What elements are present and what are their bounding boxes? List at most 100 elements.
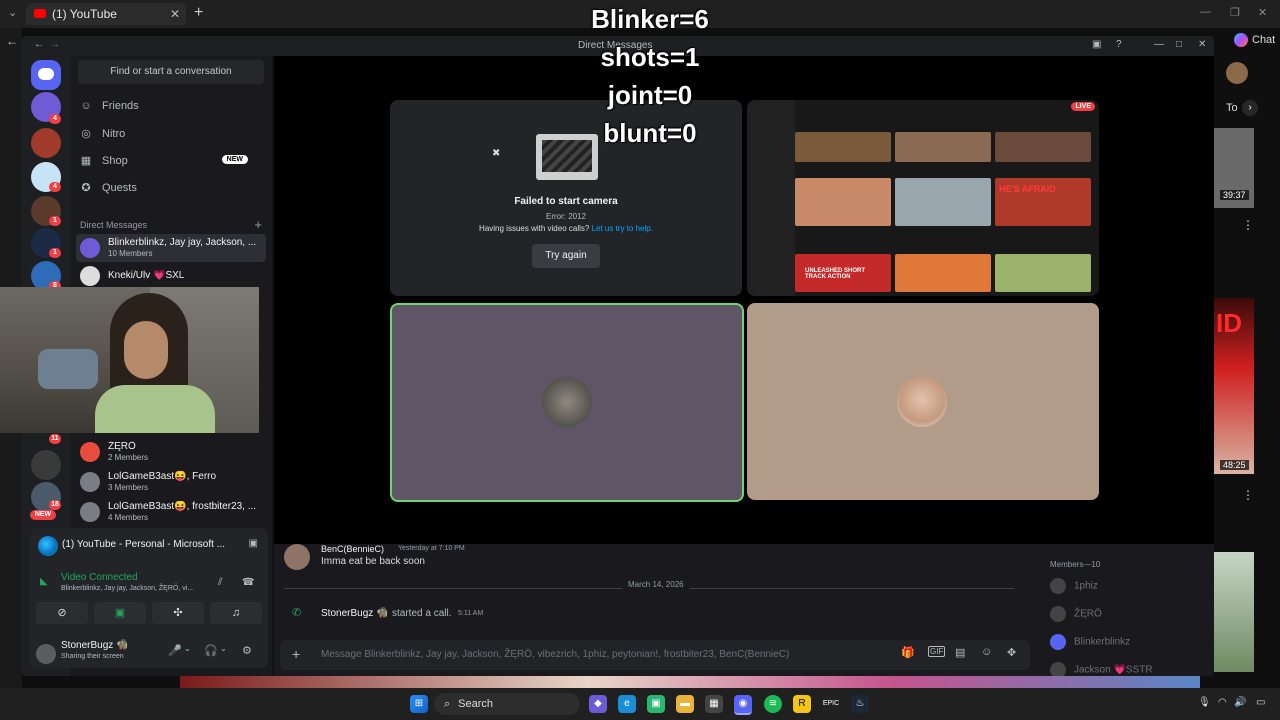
help-link[interactable]: Let us try to help.: [592, 224, 653, 233]
back-arrow-icon[interactable]: ←: [34, 39, 44, 50]
soundboard-icon[interactable]: ♫: [210, 602, 262, 624]
headphones-icon[interactable]: 🎧: [204, 644, 218, 657]
taskbar-search[interactable]: ⌕ Search: [434, 693, 580, 715]
apps-icon[interactable]: ✥: [1007, 646, 1016, 659]
inbox-icon[interactable]: ▣: [1092, 39, 1101, 50]
rockstar-icon[interactable]: R: [793, 695, 811, 713]
signal-icon: ◣: [40, 576, 48, 587]
windows-taskbar: ⊞ ⌕ Search ◆ e ▣ ▬ ▦ ◉ ≋ R EPIC ♨ 🎙 ◠ 🔊 ▭: [0, 688, 1280, 720]
close-icon[interactable]: ✕: [1198, 39, 1206, 50]
screen-share-tile[interactable]: HE'S AFRAID UNLEASHED SHORT TRACK ACTION…: [747, 100, 1099, 296]
create-dm-icon[interactable]: +: [254, 217, 262, 232]
nav-nitro[interactable]: ◎ Nitro: [80, 127, 125, 140]
microphone-tray-icon[interactable]: 🎙: [1198, 697, 1211, 708]
noise-suppression-icon[interactable]: ⫽: [218, 577, 222, 588]
dm-item[interactable]: ŽĘRÖ 2 Members: [76, 438, 266, 466]
sticker-icon[interactable]: ▤: [955, 646, 965, 659]
nav-quests[interactable]: ✪ Quests: [80, 181, 136, 194]
gift-icon[interactable]: 🎁: [901, 646, 915, 659]
discord-home-icon[interactable]: [31, 60, 61, 90]
start-icon[interactable]: ⊞: [410, 695, 428, 713]
search-input[interactable]: Find or start a conversation: [78, 60, 264, 84]
emoji-icon[interactable]: ☺: [981, 646, 992, 658]
server-icon[interactable]: [31, 128, 61, 158]
volume-icon[interactable]: 🔊: [1234, 697, 1246, 708]
stream-icon[interactable]: ▣: [249, 538, 258, 549]
tab-list-icon[interactable]: ⌄: [8, 6, 17, 19]
close-window-icon[interactable]: ✕: [1258, 6, 1267, 19]
member-item[interactable]: Blinkerblinkz: [1050, 634, 1130, 650]
taskbar-search-label: Search: [458, 698, 494, 710]
chevron-down-icon[interactable]: ⌄: [184, 644, 191, 653]
gif-icon[interactable]: GIF: [928, 646, 946, 657]
attach-icon[interactable]: +: [292, 646, 300, 662]
activity-title: (1) YouTube - Personal - Microsoft ...: [62, 539, 226, 550]
member-item[interactable]: ŽĘRÖ: [1050, 606, 1102, 622]
settings-gear-icon[interactable]: ⚙: [242, 644, 252, 657]
call-author[interactable]: StonerBugz 🧌: [321, 608, 389, 619]
avatar: [1050, 606, 1066, 622]
edge-icon[interactable]: e: [618, 695, 636, 713]
try-again-button[interactable]: Try again: [532, 244, 600, 268]
new-tab-icon[interactable]: +: [194, 4, 203, 22]
close-tab-icon[interactable]: ✕: [170, 3, 180, 25]
date-divider-label: March 14, 2026: [622, 580, 690, 589]
battery-icon[interactable]: ▭: [1256, 697, 1265, 708]
more-options-icon[interactable]: ⋮: [1242, 488, 1254, 502]
microphone-icon[interactable]: 🎤: [168, 644, 182, 657]
video-thumbnail[interactable]: [1214, 552, 1254, 672]
dm-item[interactable]: LolGameB3ast😝, frostbiter23, ... 4 Membe…: [76, 498, 266, 526]
avatar[interactable]: [1226, 62, 1248, 84]
server-icon[interactable]: [31, 450, 61, 480]
nav-friends[interactable]: ☺ Friends: [80, 100, 138, 112]
chip-label[interactable]: To: [1226, 102, 1238, 114]
dm-name: LolGameB3ast😝, Ferro: [108, 471, 217, 482]
avatar[interactable]: [36, 644, 56, 664]
camera-off-icon[interactable]: ⊘: [36, 602, 88, 624]
activity-row[interactable]: (1) YouTube - Personal - Microsoft ... ▣: [36, 534, 262, 558]
dm-sub: 4 Members: [108, 513, 149, 522]
voice-status[interactable]: Video Connected: [61, 572, 138, 583]
back-arrow-icon[interactable]: ←: [6, 34, 18, 48]
more-options-icon[interactable]: ⋮: [1242, 218, 1254, 232]
participant-tile[interactable]: [390, 303, 744, 502]
group-avatar: [80, 238, 100, 258]
app-icon[interactable]: ▣: [647, 695, 665, 713]
copilot-icon[interactable]: [1234, 33, 1248, 47]
restore-icon[interactable]: ❐: [1230, 6, 1240, 19]
member-item[interactable]: Jackson 💗SSTR: [1050, 662, 1153, 676]
dm-item[interactable]: Kneki/Ulv 💗SXL: [76, 262, 266, 290]
epic-games-icon[interactable]: EPIC: [822, 695, 840, 713]
spotify-icon[interactable]: ≋: [764, 695, 782, 713]
activities-icon[interactable]: ✣: [152, 602, 204, 624]
screen-share-icon[interactable]: ▣: [94, 602, 146, 624]
file-explorer-icon[interactable]: ▬: [676, 695, 694, 713]
username[interactable]: StonerBugz 🧌: [61, 640, 129, 651]
network-icon[interactable]: ◠: [1218, 697, 1227, 708]
video-thumbnail[interactable]: ID: [1214, 298, 1254, 474]
minimize-icon[interactable]: —: [1154, 39, 1164, 50]
discord-taskbar-icon[interactable]: ◉: [734, 695, 752, 715]
participant-tile[interactable]: [747, 303, 1099, 500]
chevron-right-icon[interactable]: ›: [1242, 100, 1258, 116]
dm-item[interactable]: Blinkerblinkz, Jay jay, Jackson, ... 10 …: [76, 234, 266, 262]
chat-button[interactable]: Chat: [1252, 34, 1275, 46]
maximize-icon[interactable]: □: [1176, 39, 1182, 50]
tab-youtube[interactable]: (1) YouTube ✕: [26, 3, 186, 25]
avatar: [1050, 662, 1066, 676]
help-icon[interactable]: ?: [1116, 39, 1122, 50]
message-composer[interactable]: + Message Blinkerblinkz, Jay jay, Jackso…: [280, 640, 1030, 670]
members-header: Members—10: [1050, 560, 1101, 569]
steam-icon[interactable]: ♨: [851, 695, 869, 713]
game-icon[interactable]: ◆: [589, 695, 607, 713]
nav-shop[interactable]: ▦ Shop NEW: [80, 154, 262, 167]
store-icon[interactable]: ▦: [705, 695, 723, 713]
message-author[interactable]: BenC(BennieC): [321, 544, 384, 554]
forward-arrow-icon[interactable]: →: [50, 39, 60, 50]
member-item[interactable]: 1phiz: [1050, 578, 1098, 594]
chevron-down-icon[interactable]: ⌄: [220, 644, 227, 653]
disconnect-icon[interactable]: ☎: [242, 577, 254, 588]
dm-item[interactable]: LolGameB3ast😝, Ferro 3 Members: [76, 468, 266, 496]
minimize-icon[interactable]: —: [1200, 6, 1211, 18]
message-input[interactable]: Message Blinkerblinkz, Jay jay, Jackson,…: [321, 649, 789, 660]
